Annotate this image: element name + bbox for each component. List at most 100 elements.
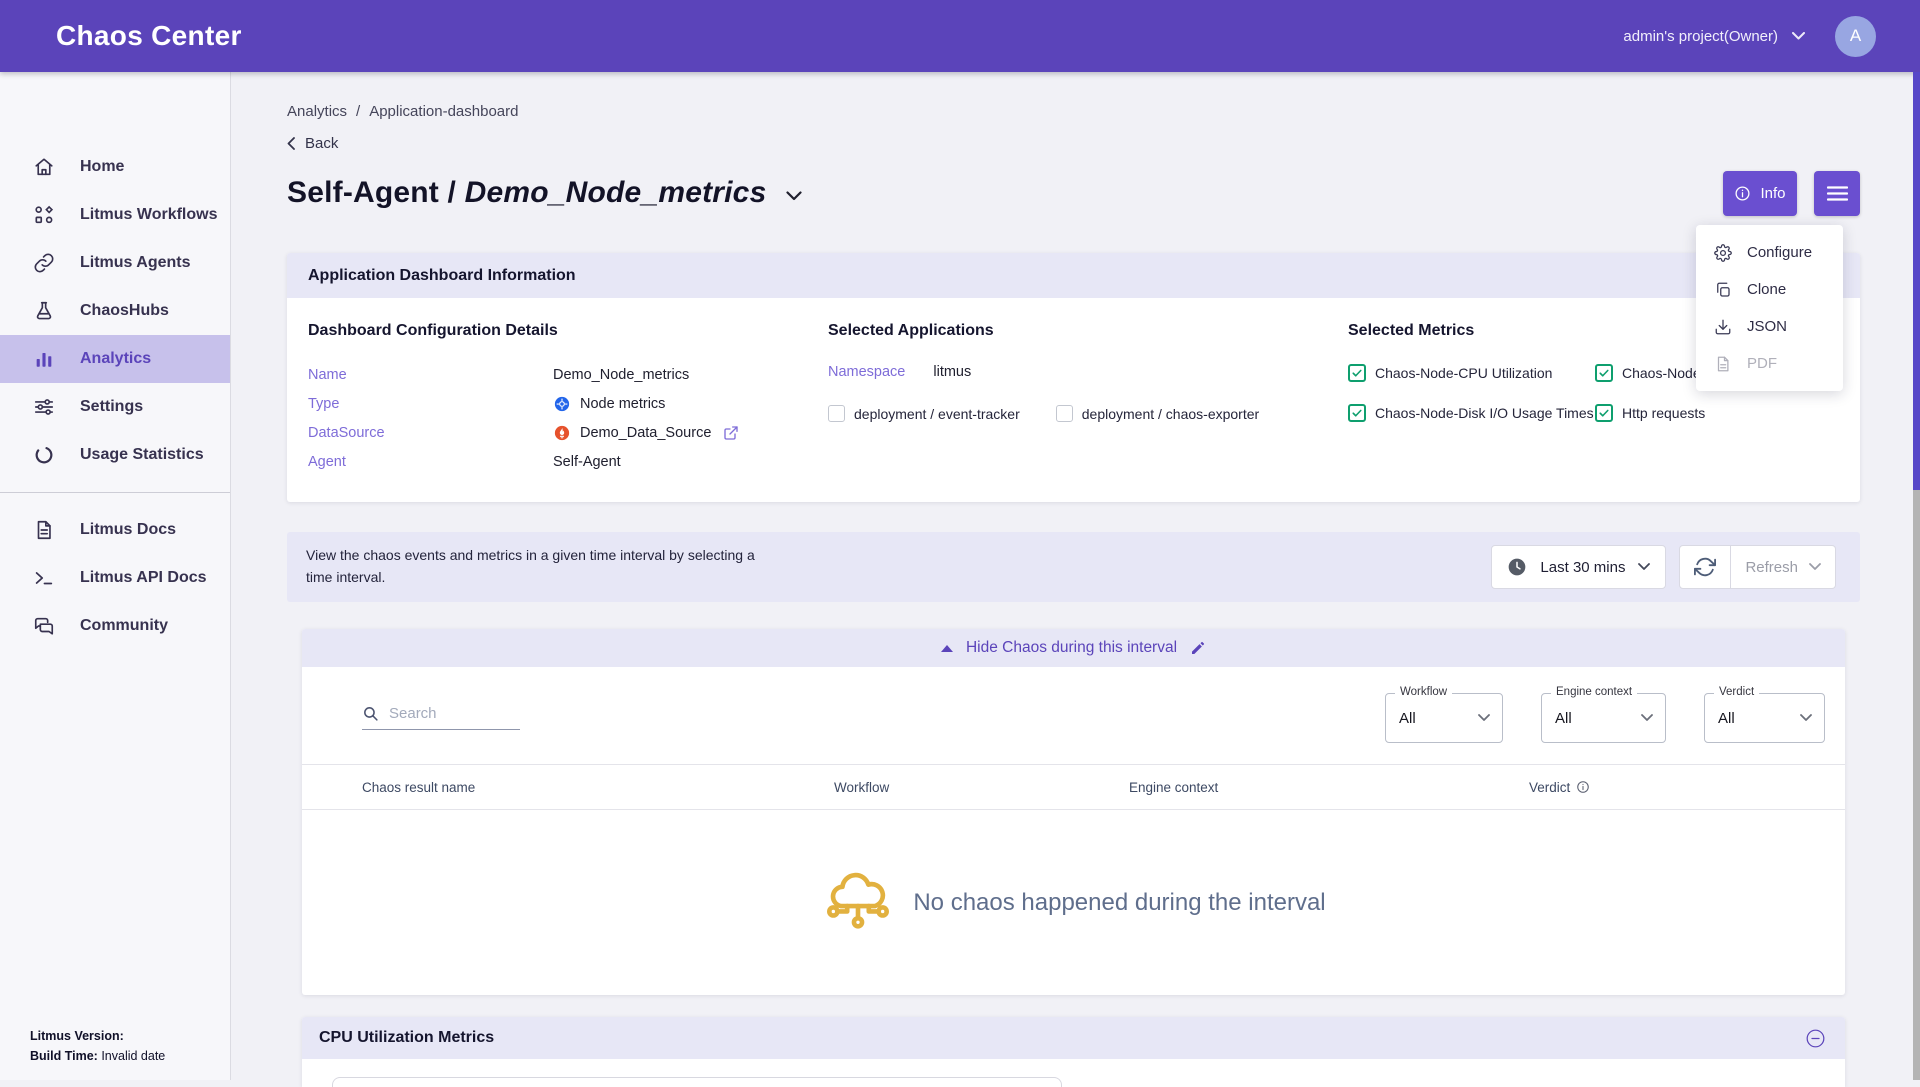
scrollbar-thumb[interactable] [1913,72,1920,490]
search-input[interactable] [389,705,511,722]
config-label: Name [308,367,553,383]
checkbox-unchecked-icon[interactable] [1056,405,1073,422]
namespace-row: Namespace litmus [828,364,1348,380]
workflow-filter-select[interactable]: Workflow All [1385,693,1503,743]
version-label: Litmus Version: [30,1029,124,1043]
engine-context-filter-select[interactable]: Engine context All [1541,693,1666,743]
refresh-rate-select[interactable]: Refresh [1731,545,1836,589]
filter-label: Workflow [1395,686,1452,698]
hide-chaos-label: Hide Chaos during this interval [966,639,1177,657]
prometheus-icon [553,424,571,442]
metric-checkbox-cpu-utilization[interactable]: Chaos-Node-CPU Utilization [1348,364,1595,382]
back-button[interactable]: Back [287,133,357,153]
gear-icon [1714,244,1732,262]
scrollbar-track[interactable] [1913,490,1920,1080]
checkbox-checked-icon[interactable] [1348,364,1366,382]
checkbox-checked-icon[interactable] [1595,364,1613,382]
avatar[interactable]: A [1835,16,1876,57]
dashboard-info-title: Application Dashboard Information [308,267,576,285]
cpu-metrics-header: CPU Utilization Metrics [302,1017,1845,1059]
config-value: Node metrics [580,396,665,412]
sidebar-nav: Home Litmus Workflows Litmus Agents Chao… [0,143,230,650]
refresh-now-button[interactable] [1679,545,1731,589]
verdict-filter-select[interactable]: Verdict All [1704,693,1825,743]
sidebar-item-chaoshubs[interactable]: ChaosHubs [0,287,230,335]
metric-checkbox-disk-io-times[interactable]: Chaos-Node-Disk I/O Usage Times [1348,404,1595,422]
sidebar-item-settings[interactable]: Settings [0,383,230,431]
cpu-metrics-body [302,1059,1845,1087]
hamburger-icon [1827,186,1848,201]
checkbox-unchecked-icon[interactable] [828,405,845,422]
menu-item-pdf: PDF [1696,345,1843,382]
sidebar-item-analytics[interactable]: Analytics [0,335,230,383]
breadcrumb-analytics[interactable]: Analytics [287,103,347,120]
dashboard-info-header: Application Dashboard Information [287,253,1860,298]
sidebar-item-community[interactable]: Community [0,602,230,650]
circle-icon [33,444,55,466]
dashboard-switcher[interactable] [786,185,802,201]
application-checkbox-event-tracker[interactable]: deployment / event-tracker [828,405,1020,422]
main-content: Analytics / Application-dashboard Back S… [232,72,1920,1080]
clock-icon [1507,557,1527,577]
sidebar-item-litmus-workflows[interactable]: Litmus Workflows [0,191,230,239]
copy-icon [1714,281,1732,299]
interval-description: View the chaos events and metrics in a g… [306,545,756,588]
checkbox-checked-icon[interactable] [1348,404,1366,422]
build-time-label: Build Time: [30,1049,98,1063]
refresh-label: Refresh [1745,559,1798,576]
edit-pencil-icon[interactable] [1190,640,1206,656]
terminal-icon [33,567,55,589]
chevron-down-icon [1800,714,1812,722]
document-icon [33,519,55,541]
breadcrumb-current: Application-dashboard [369,103,518,120]
sidebar-item-label: Usage Statistics [80,446,204,464]
sidebar-item-litmus-api-docs[interactable]: Litmus API Docs [0,554,230,602]
collapse-section-button[interactable] [1805,1028,1826,1049]
app-header: Chaos Center admin's project(Owner) A [0,0,1920,72]
time-range-select[interactable]: Last 30 mins [1491,545,1666,589]
project-name: admin's project(Owner) [1623,28,1778,45]
scrollbar [1913,72,1920,1080]
info-button[interactable]: Info [1723,171,1797,216]
download-icon [1714,318,1732,336]
menu-item-configure[interactable]: Configure [1696,234,1843,271]
chaos-events-card: Hide Chaos during this interval Workflow… [302,629,1845,995]
sidebar-item-label: Litmus Workflows [80,206,218,224]
agent-name: Self-Agent / [287,176,465,209]
hide-chaos-toggle[interactable]: Hide Chaos during this interval [302,629,1845,667]
application-checkbox-chaos-exporter[interactable]: deployment / chaos-exporter [1056,405,1259,422]
external-link-icon[interactable] [723,425,739,441]
config-value: Demo_Data_Source [580,425,711,441]
minus-circle-icon [1805,1028,1826,1049]
avatar-initial: A [1850,26,1861,46]
sidebar-item-usage-statistics[interactable]: Usage Statistics [0,431,230,479]
chevron-left-icon [287,137,295,150]
filter-value: All [1718,710,1735,727]
search-box [362,705,520,730]
checkbox-checked-icon[interactable] [1595,404,1613,422]
sidebar-item-home[interactable]: Home [0,143,230,191]
column-chaos-result-name: Chaos result name [362,780,834,795]
menu-item-clone[interactable]: Clone [1696,271,1843,308]
menu-item-json[interactable]: JSON [1696,308,1843,345]
filter-value: All [1555,710,1572,727]
sidebar-item-litmus-agents[interactable]: Litmus Agents [0,239,230,287]
version-info: Litmus Version: Build Time: Invalid date [30,1026,165,1066]
dashboard-menu-dropdown: Configure Clone JSON PDF [1696,225,1843,391]
sidebar-item-litmus-docs[interactable]: Litmus Docs [0,506,230,554]
checkbox-label: Http requests [1622,405,1705,421]
config-row-type: Type Node metrics [308,393,828,414]
filter-label: Engine context [1551,686,1637,698]
chevron-down-icon [1641,714,1653,722]
sidebar-item-label: Community [80,617,168,635]
time-interval-bar: View the chaos events and metrics in a g… [287,532,1860,602]
empty-message: No chaos happened during the interval [913,889,1325,917]
project-selector[interactable]: admin's project(Owner) [1623,28,1805,45]
dashboard-menu-button[interactable] [1814,171,1860,216]
config-label: Type [308,396,553,412]
info-circle-icon [1576,780,1590,794]
metric-checkbox-http-requests[interactable]: Http requests [1595,404,1839,422]
sidebar-item-label: Litmus API Docs [80,569,207,587]
dashboard-name: Demo_Node_metrics [465,176,767,209]
filter-value: All [1399,710,1416,727]
